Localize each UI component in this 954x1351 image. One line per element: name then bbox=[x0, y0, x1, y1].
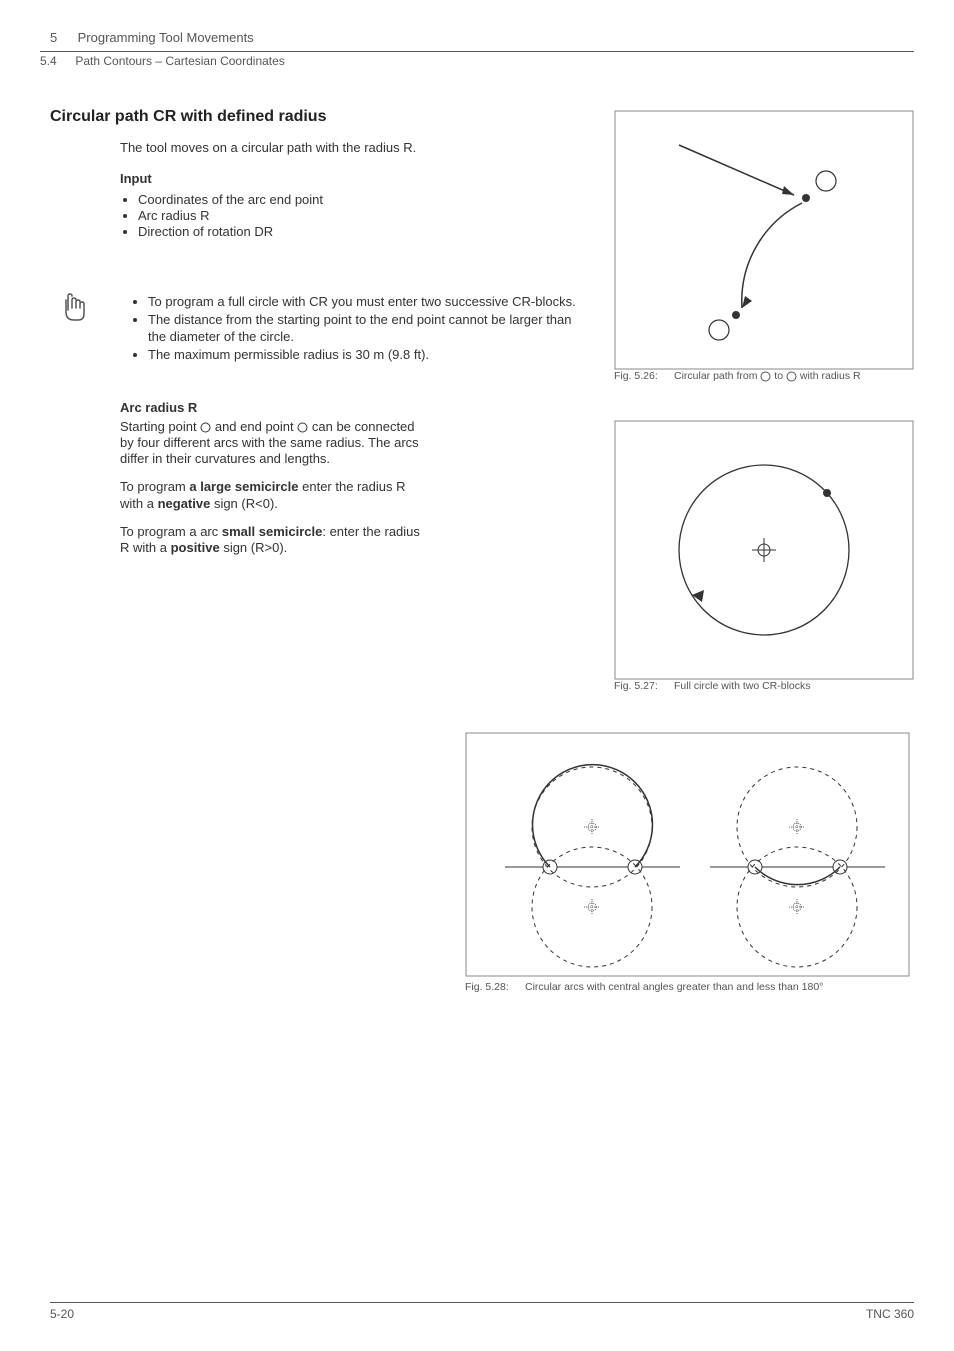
chapter-title: Programming Tool Movements bbox=[78, 30, 254, 45]
page-footer: 5-20 TNC 360 bbox=[50, 1302, 914, 1321]
section-number: 5.4 bbox=[40, 54, 72, 68]
chapter-header: 5 Programming Tool Movements bbox=[40, 30, 914, 45]
arc-paragraph: To program a large semicircle enter the … bbox=[120, 479, 430, 512]
note-list: To program a full circle with CR you mus… bbox=[130, 294, 590, 365]
figure-label: Fig. 5.28: bbox=[465, 981, 525, 995]
circle-icon bbox=[297, 422, 308, 433]
figure-text: Circular arcs with central angles greate… bbox=[525, 981, 910, 995]
attention-hand-icon bbox=[60, 292, 100, 331]
arc-paragraph: Starting point and end point can be conn… bbox=[120, 419, 430, 468]
figure-label: Fig. 5.26: bbox=[614, 370, 674, 384]
arc-heading: Arc radius R bbox=[120, 400, 430, 415]
section-header: 5.4 Path Contours – Cartesian Coordinate… bbox=[40, 54, 914, 68]
note-item: To program a full circle with CR you mus… bbox=[148, 294, 590, 311]
page-number: 5-20 bbox=[50, 1307, 74, 1321]
figure-5-27: Fig. 5.27: Full circle with two CR-block… bbox=[614, 420, 914, 710]
model-name: TNC 360 bbox=[866, 1307, 914, 1321]
figure-caption: Fig. 5.26: Circular path from to with ra… bbox=[614, 370, 914, 384]
figure-5-26: Fig. 5.26: Circular path from to with ra… bbox=[614, 110, 914, 390]
arc-radius-section: Arc radius R Starting point and end poin… bbox=[50, 400, 430, 557]
note-item: The maximum permissible radius is 30 m (… bbox=[148, 347, 590, 364]
footer-rule bbox=[50, 1302, 914, 1303]
header-rule bbox=[40, 51, 914, 52]
figure-caption: Fig. 5.28: Circular arcs with central an… bbox=[465, 981, 910, 995]
chapter-number: 5 bbox=[50, 30, 74, 45]
figure-label: Fig. 5.27: bbox=[614, 680, 674, 694]
circle-icon bbox=[760, 371, 771, 382]
circle-icon bbox=[786, 371, 797, 382]
arc-paragraph: To program a arc small semicircle: enter… bbox=[120, 524, 430, 557]
note-item: The distance from the starting point to … bbox=[148, 312, 590, 346]
figure-5-28: Fig. 5.28: Circular arcs with central an… bbox=[465, 732, 910, 1002]
circle-icon bbox=[200, 422, 211, 433]
figure-text: Circular path from to with radius R bbox=[674, 370, 914, 384]
figure-caption: Fig. 5.27: Full circle with two CR-block… bbox=[614, 680, 914, 694]
section-title: Path Contours – Cartesian Coordinates bbox=[75, 54, 284, 68]
figure-text: Full circle with two CR-blocks bbox=[674, 680, 914, 694]
